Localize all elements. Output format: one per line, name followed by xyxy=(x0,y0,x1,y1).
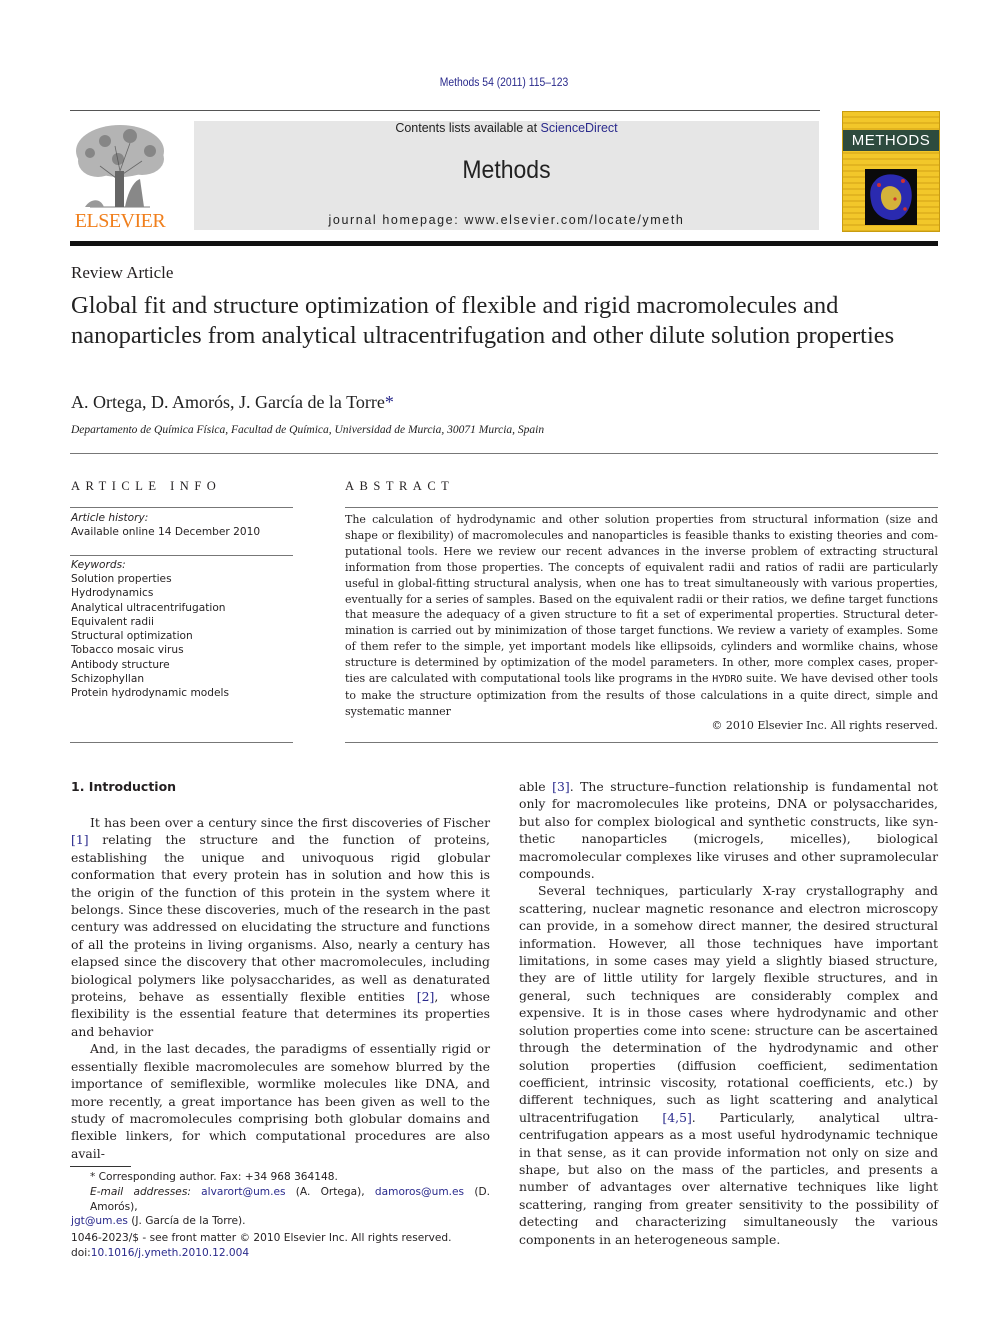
abstract-heading: ABSTRACT xyxy=(345,479,455,493)
keyword: Tobacco mosaic virus xyxy=(71,644,184,657)
authors-text: A. Ortega, D. Amorós, J. García de la To… xyxy=(71,392,385,412)
paragraph: able [3]. The structure–function relatio… xyxy=(519,778,938,882)
elsevier-logo[interactable]: ELSEVIER xyxy=(70,121,170,233)
journal-homepage-link[interactable]: journal homepage: www.elsevier.com/locat… xyxy=(194,213,819,227)
elsevier-wordmark: ELSEVIER xyxy=(74,210,166,232)
issn-line: 1046-2023/$ - see front matter © 2010 El… xyxy=(71,1232,452,1244)
paragraph: It has been over a century since the fir… xyxy=(71,814,490,1040)
author-list: A. Ortega, D. Amorós, J. García de la To… xyxy=(71,392,394,413)
text: . The structure–function relationship is… xyxy=(519,779,938,882)
paragraph: Several techniques, particularly X-ray c… xyxy=(519,882,938,1248)
keyword: Structural optimization xyxy=(71,630,193,643)
keyword: Hydrodynamics xyxy=(71,587,154,600)
header-bottom-rule xyxy=(70,241,938,246)
journal-banner: Contents lists available at ScienceDirec… xyxy=(194,121,819,230)
keyword: Solution properties xyxy=(71,573,172,585)
section-heading-introduction: 1. Introduction xyxy=(71,779,177,794)
protein-structure-icon xyxy=(870,174,912,221)
contents-prefix: Contents lists available at xyxy=(395,121,541,135)
divider xyxy=(70,453,938,454)
citation-link[interactable]: [1] xyxy=(71,832,89,847)
footnote-rule xyxy=(70,1166,131,1167)
citation-link[interactable]: [4,5] xyxy=(662,1110,691,1125)
corresponding-author-link[interactable]: * xyxy=(385,392,394,412)
keywords-label: Keywords: xyxy=(71,559,126,571)
citation-link[interactable]: [2] xyxy=(417,989,435,1004)
paragraph: And, in the last decades, the paradigms … xyxy=(71,1041,490,1161)
keywords-list: Solution properties Hydrodynamics Analyt… xyxy=(71,572,229,701)
elsevier-tree-icon xyxy=(76,125,164,208)
email-link[interactable]: jgt@um.es xyxy=(71,1215,128,1227)
article-info-heading: ARTICLE INFO xyxy=(71,479,222,493)
journal-reference[interactable]: Methods 54 (2011) 115–123 xyxy=(50,77,957,89)
affiliation: Departamento de Química Física, Facultad… xyxy=(71,424,545,436)
text: It has been over a century since the fir… xyxy=(90,815,490,830)
doi-line: doi:10.1016/j.ymeth.2010.12.004 xyxy=(71,1246,451,1261)
contents-line: Contents lists available at ScienceDirec… xyxy=(194,121,819,135)
body-column-left: It has been over a century since the fir… xyxy=(71,814,490,1162)
text: able xyxy=(519,779,553,794)
divider xyxy=(345,742,938,743)
email-owner: (A. Ortega), xyxy=(285,1185,375,1198)
text: . Particularly, analytical ultra­centrif… xyxy=(519,1109,938,1247)
article-title: Global fit and structure optimization of… xyxy=(71,292,895,349)
email-link[interactable]: damoros@um.es xyxy=(375,1186,464,1198)
issn-block: 1046-2023/$ - see front matter © 2010 El… xyxy=(71,1231,451,1260)
footnote: * Corresponding author. Fax: +34 968 364… xyxy=(71,1170,490,1229)
history-value: Available online 14 December 2010 xyxy=(71,526,261,538)
sciencedirect-link[interactable]: ScienceDirect xyxy=(541,121,618,135)
article-type: Review Article xyxy=(71,263,174,282)
footnote-text: Corresponding author. Fax: +34 968 36414… xyxy=(95,1171,338,1183)
abstract-text-part: The calculation of hydrodynamic and othe… xyxy=(345,513,938,686)
doi-link[interactable]: 10.1016/j.ymeth.2010.12.004 xyxy=(91,1247,249,1259)
journal-cover-image[interactable]: METHODS xyxy=(842,111,940,232)
abstract-copyright: © 2010 Elsevier Inc. All rights reserved… xyxy=(711,719,938,732)
email-addresses: E-mail addresses: alvarort@um.es (A. Ort… xyxy=(71,1185,490,1215)
keyword: Analytical ultracentrifugation xyxy=(71,601,226,614)
corresponding-author-note: * Corresponding author. Fax: +34 968 364… xyxy=(71,1170,490,1185)
cover-protein-image xyxy=(865,169,917,225)
header-top-rule xyxy=(70,110,820,111)
abstract-body: The calculation of hydrodynamic and othe… xyxy=(345,512,938,720)
email-label: E-mail addresses: xyxy=(90,1185,191,1198)
divider xyxy=(70,507,293,508)
email-link[interactable]: alvarort@um.es xyxy=(201,1186,285,1198)
text: Several techniques, particularly X-ray c… xyxy=(519,883,938,1125)
history-label: Article history: xyxy=(71,512,149,524)
keyword: Antibody structure xyxy=(71,658,170,671)
doi-prefix: doi: xyxy=(71,1246,91,1259)
keyword: Protein hydrodynamic models xyxy=(71,687,229,700)
text: relating the structure and the function … xyxy=(71,832,490,1005)
email-addresses-cont: jgt@um.es (J. García de la Torre). xyxy=(71,1214,490,1229)
keyword: Schizophyllan xyxy=(71,673,145,686)
citation-link[interactable]: [3] xyxy=(552,779,570,794)
hydro-program-name: HYDRO xyxy=(712,674,743,686)
keyword: Equivalent radii xyxy=(71,615,154,628)
email-owner: (J. García de la Torre). xyxy=(127,1215,246,1228)
journal-title: Methods xyxy=(462,156,551,184)
body-column-right: able [3]. The structure–function relatio… xyxy=(519,778,938,1248)
divider xyxy=(345,507,938,508)
cover-title: METHODS xyxy=(851,132,931,149)
divider xyxy=(70,742,293,743)
divider xyxy=(70,555,293,556)
